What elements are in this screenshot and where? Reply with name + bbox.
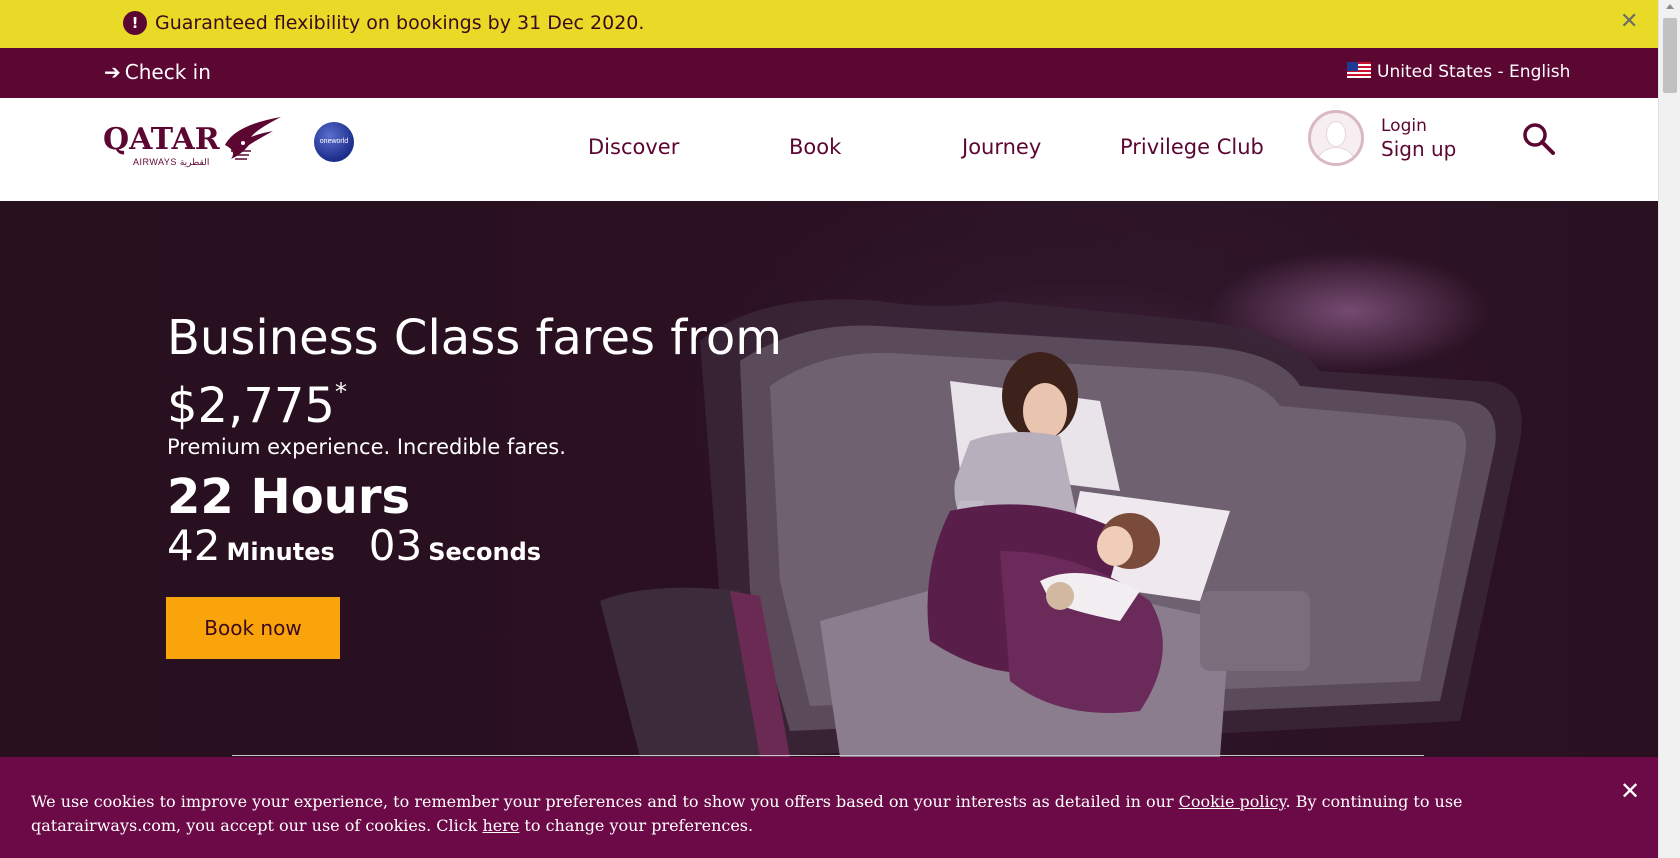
avatar-body-shape (1317, 147, 1355, 163)
countdown-hours: 22 Hours (167, 469, 410, 525)
hero-price: $2,775 (167, 378, 335, 434)
countdown-hours-value: 22 (167, 469, 234, 525)
exclamation-icon: ! (123, 11, 147, 35)
hero-title: Business Class fares from $2,775* (167, 311, 787, 433)
hero-title-text: Business Class fares from (167, 310, 782, 366)
oryx-icon (225, 117, 281, 160)
locale-selector[interactable]: United States - English (1347, 60, 1570, 84)
page-scrollbar[interactable] (1658, 0, 1680, 858)
search-icon[interactable] (1520, 120, 1556, 156)
hero-divider (232, 755, 1424, 756)
arrow-right-icon: ➔ (104, 60, 121, 84)
qatar-airways-logo[interactable]: QATAR AIRWAYS القطرية (103, 115, 283, 175)
cookie-preferences-link[interactable]: here (482, 816, 519, 835)
scrollbar-thumb[interactable] (1663, 18, 1677, 93)
countdown-hours-unit: Hours (250, 469, 411, 525)
cookie-policy-link[interactable]: Cookie policy (1179, 792, 1286, 811)
alert-text: Guaranteed flexibility on bookings by 31… (155, 12, 645, 34)
alert-close-icon[interactable]: ✕ (1620, 10, 1638, 34)
avatar-head-shape (1326, 121, 1346, 147)
cookie-banner: We use cookies to improve your experienc… (0, 757, 1658, 858)
nav-discover[interactable]: Discover (588, 134, 679, 160)
signup-link[interactable]: Sign up (1381, 137, 1456, 161)
countdown-seconds-value: 03 (368, 521, 423, 570)
us-flag-icon (1347, 62, 1371, 78)
login-link[interactable]: Login (1381, 116, 1427, 136)
countdown-min-sec: 42 Minutes 03 Seconds (167, 521, 575, 580)
avatar[interactable] (1308, 110, 1364, 166)
scroll-up-arrow-icon[interactable] (1666, 4, 1674, 9)
alert-banner: ! Guaranteed flexibility on bookings by … (0, 0, 1658, 48)
logo-wordmark: QATAR (103, 122, 220, 157)
cookie-text-part-3: to change your preferences. (519, 816, 754, 835)
utility-bar: ➔ Check in United States - English (0, 48, 1658, 98)
cookie-close-icon[interactable]: ✕ (1620, 777, 1640, 805)
countdown-seconds-unit: Seconds (428, 538, 542, 566)
cookie-text: We use cookies to improve your experienc… (31, 790, 1591, 838)
nav-privilege-club[interactable]: Privilege Club (1120, 134, 1264, 160)
hero-subtitle: Premium experience. Incredible fares. (167, 435, 566, 459)
logo-subtitle: AIRWAYS القطرية (133, 157, 210, 167)
hero-price-mark: * (334, 378, 347, 406)
main-header: QATAR AIRWAYS القطرية oneworld Discover … (0, 98, 1658, 201)
locale-label: United States - English (1377, 62, 1571, 82)
book-now-button[interactable]: Book now (166, 597, 340, 659)
check-in-link[interactable]: ➔ Check in (104, 60, 211, 84)
check-in-label: Check in (124, 60, 211, 84)
nav-journey[interactable]: Journey (962, 134, 1041, 160)
countdown-minutes-value: 42 (167, 521, 221, 570)
cookie-text-part-1: We use cookies to improve your experienc… (31, 792, 1179, 811)
oneworld-logo[interactable]: oneworld (314, 122, 354, 162)
countdown-minutes-unit: Minutes (226, 538, 335, 566)
hero-banner: Business Class fares from $2,775* Premiu… (0, 201, 1658, 757)
nav-book[interactable]: Book (789, 134, 841, 160)
